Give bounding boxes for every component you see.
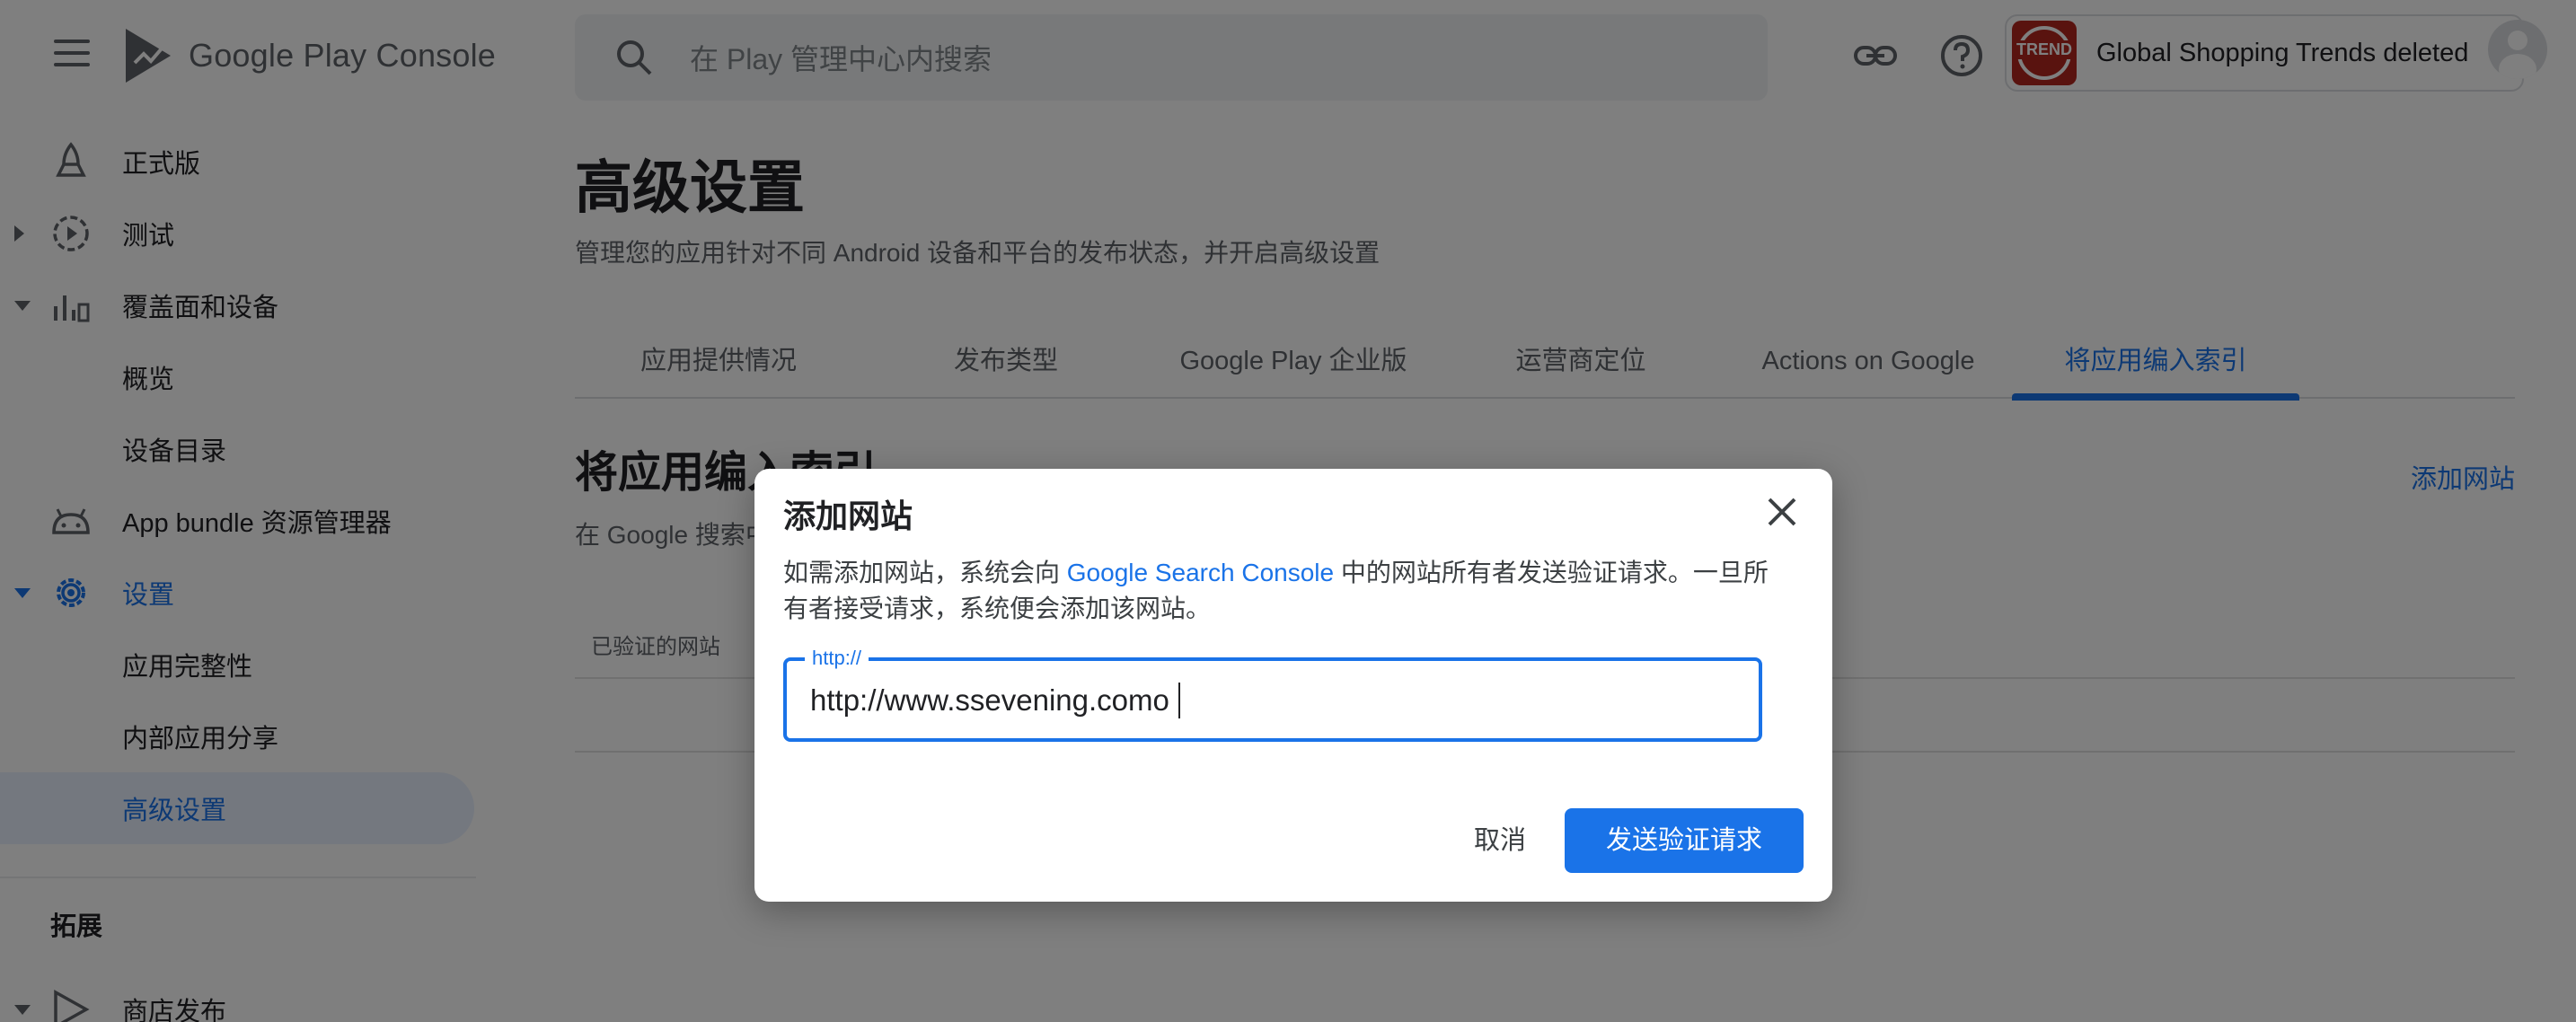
cancel-button[interactable]: 取消: [1446, 808, 1554, 873]
search-console-link[interactable]: Google Search Console: [1067, 559, 1334, 586]
dialog-body: 如需添加网站，系统会向 Google Search Console 中的网站所有…: [783, 555, 1771, 627]
url-field[interactable]: http://: [783, 647, 1762, 742]
dialog-title: 添加网站: [783, 498, 913, 534]
add-site-dialog: 添加网站 如需添加网站，系统会向 Google Search Console 中…: [754, 469, 1832, 902]
close-icon[interactable]: [1762, 492, 1802, 532]
send-verification-request-button[interactable]: 发送验证请求: [1565, 808, 1804, 873]
url-input[interactable]: [810, 679, 1744, 722]
text-cursor: [1178, 683, 1180, 718]
url-field-label: http://: [805, 647, 869, 670]
dialog-body-text: 如需添加网站，系统会向: [783, 559, 1067, 586]
